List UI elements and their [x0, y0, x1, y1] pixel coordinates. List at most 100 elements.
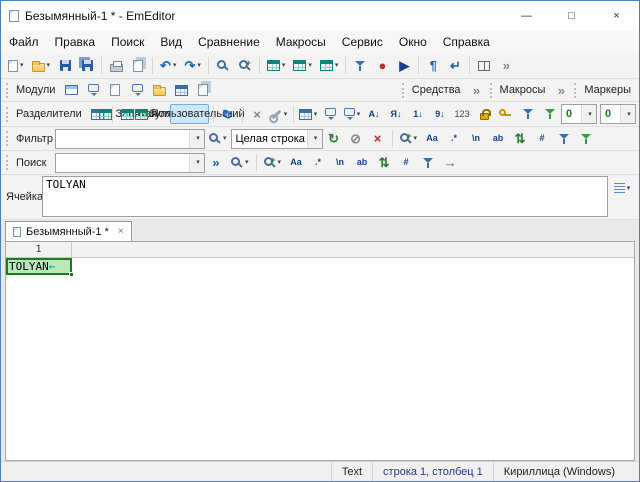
filter-whole-word-button[interactable]: ab [488, 129, 508, 149]
filter-edit-button[interactable] [576, 129, 596, 149]
menu-edit[interactable]: Правка [47, 32, 104, 52]
sort-number-asc-button[interactable]: 1↓ [408, 104, 428, 124]
htmlbar-plugin-button[interactable] [83, 80, 103, 100]
column-header-1[interactable]: 1 [6, 242, 72, 257]
combo-dropdown-button[interactable]: ▾ [189, 154, 204, 172]
open-button[interactable]: ▾ [29, 56, 54, 76]
show-symbols-button[interactable]: ¶ [423, 56, 443, 76]
convert-csv-button[interactable]: ↻ [218, 104, 238, 124]
fill-handle[interactable] [69, 272, 74, 277]
toolbar-grip[interactable] [6, 107, 10, 122]
menu-macros[interactable]: Макросы [268, 32, 334, 52]
refresh-filter-button[interactable]: ↻ [324, 129, 344, 149]
word-wrap-button[interactable]: ↵ [445, 56, 465, 76]
filter-match-case-button[interactable]: Aa [422, 129, 442, 149]
tab-close-icon[interactable]: × [118, 227, 124, 237]
select-columns-button[interactable]: ▾ [298, 104, 318, 124]
sort-az-button[interactable]: A↓ [364, 104, 384, 124]
combo-dropdown-button[interactable]: ▾ [307, 130, 322, 148]
csv-options-button[interactable]: ▾ [269, 104, 289, 124]
lock-columns-button[interactable] [474, 104, 494, 124]
selected-cell[interactable]: TOLYAN← [6, 258, 72, 275]
toolbar-grip[interactable] [402, 83, 406, 98]
toolbar-grip[interactable] [6, 131, 10, 146]
close-button[interactable]: × [594, 1, 639, 31]
document-tab[interactable]: Безымянный-1 * × [5, 221, 132, 241]
filter-escape-button[interactable]: \n [466, 129, 486, 149]
advanced-search-button[interactable]: ▾ [261, 153, 285, 173]
wordcomplete-plugin-button[interactable] [171, 80, 191, 100]
search-whole-word-button[interactable]: ab [352, 153, 372, 173]
filter-column-button[interactable] [518, 104, 538, 124]
csv-standard-mode-button[interactable]: ▾ [264, 56, 289, 76]
projects-plugin-button[interactable] [149, 80, 169, 100]
new-document-button[interactable]: ▾ [5, 56, 27, 76]
search-all-button[interactable]: » [206, 153, 226, 173]
editor-canvas[interactable]: TOLYAN← [6, 258, 634, 460]
search-number-button[interactable]: # [396, 153, 416, 173]
comment-button[interactable] [320, 104, 340, 124]
status-encoding[interactable]: Кириллица (Windows) [493, 462, 625, 481]
maximize-button[interactable]: □ [549, 1, 594, 31]
menu-compare[interactable]: Сравнение [190, 32, 268, 52]
filter-lines-button[interactable] [554, 129, 574, 149]
status-cursor-position[interactable]: строка 1, столбец 1 [372, 462, 493, 481]
toolbar-grip[interactable] [490, 83, 494, 98]
comment-options-button[interactable]: ▾ [342, 104, 362, 124]
record-macro-button[interactable]: ● [372, 56, 392, 76]
print-button[interactable] [106, 56, 126, 76]
find-button[interactable] [213, 56, 233, 76]
macros-overflow-button[interactable]: » [551, 80, 571, 100]
jump-next-button[interactable]: → [440, 153, 460, 173]
titlebar[interactable]: Безымянный-1 * - EmEditor — □ × [1, 1, 639, 31]
minimize-button[interactable]: — [504, 1, 549, 31]
filter-regex-button[interactable]: .* [444, 129, 464, 149]
menu-window[interactable]: Окно [391, 32, 435, 52]
cell-editor[interactable]: TOLYAN [42, 176, 608, 217]
save-all-button[interactable] [77, 56, 97, 76]
save-button[interactable] [55, 56, 75, 76]
toolbar-grip[interactable] [6, 83, 10, 98]
outline-plugin-button[interactable] [105, 80, 125, 100]
filter-mode-combobox[interactable]: Целая строка ▾ [231, 129, 323, 149]
filter-button[interactable] [350, 56, 370, 76]
webpreview-plugin-button[interactable] [193, 80, 213, 100]
sort-za-button[interactable]: Я↓ [386, 104, 406, 124]
combo-dropdown-button[interactable]: ▾ [620, 105, 635, 123]
resize-grip[interactable] [625, 462, 639, 481]
customize-toolbar-button[interactable]: » [496, 56, 516, 76]
compare-button[interactable] [128, 56, 148, 76]
redo-button[interactable]: ↷▾ [181, 56, 203, 76]
search-filter-button[interactable] [418, 153, 438, 173]
search-regex-button[interactable]: .* [308, 153, 328, 173]
split-window-button[interactable] [474, 56, 494, 76]
delete-separator-button[interactable]: × [247, 104, 267, 124]
disable-filter-button[interactable]: ⊘ [346, 129, 366, 149]
undo-button[interactable]: ↶▾ [157, 56, 179, 76]
combo-dropdown-button[interactable]: ▾ [189, 130, 204, 148]
search-input[interactable] [56, 154, 189, 172]
play-macro-button[interactable]: ▶ [394, 56, 414, 76]
menu-tools[interactable]: Сервис [334, 32, 391, 52]
toolbar-grip[interactable] [6, 155, 10, 170]
filter-combobox[interactable]: ▾ [55, 129, 205, 149]
unlock-button[interactable] [496, 104, 516, 124]
incremental-search-button[interactable]: ▾ [228, 153, 252, 173]
fixed-columns-combobox[interactable]: 0 ▾ [600, 104, 636, 124]
filter-input[interactable] [56, 130, 189, 148]
filter-updown-button[interactable]: ⇅ [510, 129, 530, 149]
search-match-case-button[interactable]: Aa [286, 153, 306, 173]
explorer-plugin-button[interactable] [61, 80, 81, 100]
fixed-rows-combobox[interactable]: 0 ▾ [561, 104, 597, 124]
snippets-plugin-button[interactable] [127, 80, 147, 100]
sort-number-desc-button[interactable]: 9↓ [430, 104, 450, 124]
csv-tab-mode-button[interactable]: ▾ [317, 56, 342, 76]
toolbar-grip[interactable] [574, 83, 578, 98]
search-combobox[interactable]: ▾ [55, 153, 205, 173]
filter-number-button[interactable]: # [532, 129, 552, 149]
filter-options-button[interactable]: ▾ [206, 129, 230, 149]
clear-filter-button[interactable]: × [368, 129, 388, 149]
combo-dropdown-button[interactable]: ▾ [581, 105, 596, 123]
status-mode[interactable]: Text [331, 462, 372, 481]
numbering-button[interactable]: 123 [452, 104, 472, 124]
